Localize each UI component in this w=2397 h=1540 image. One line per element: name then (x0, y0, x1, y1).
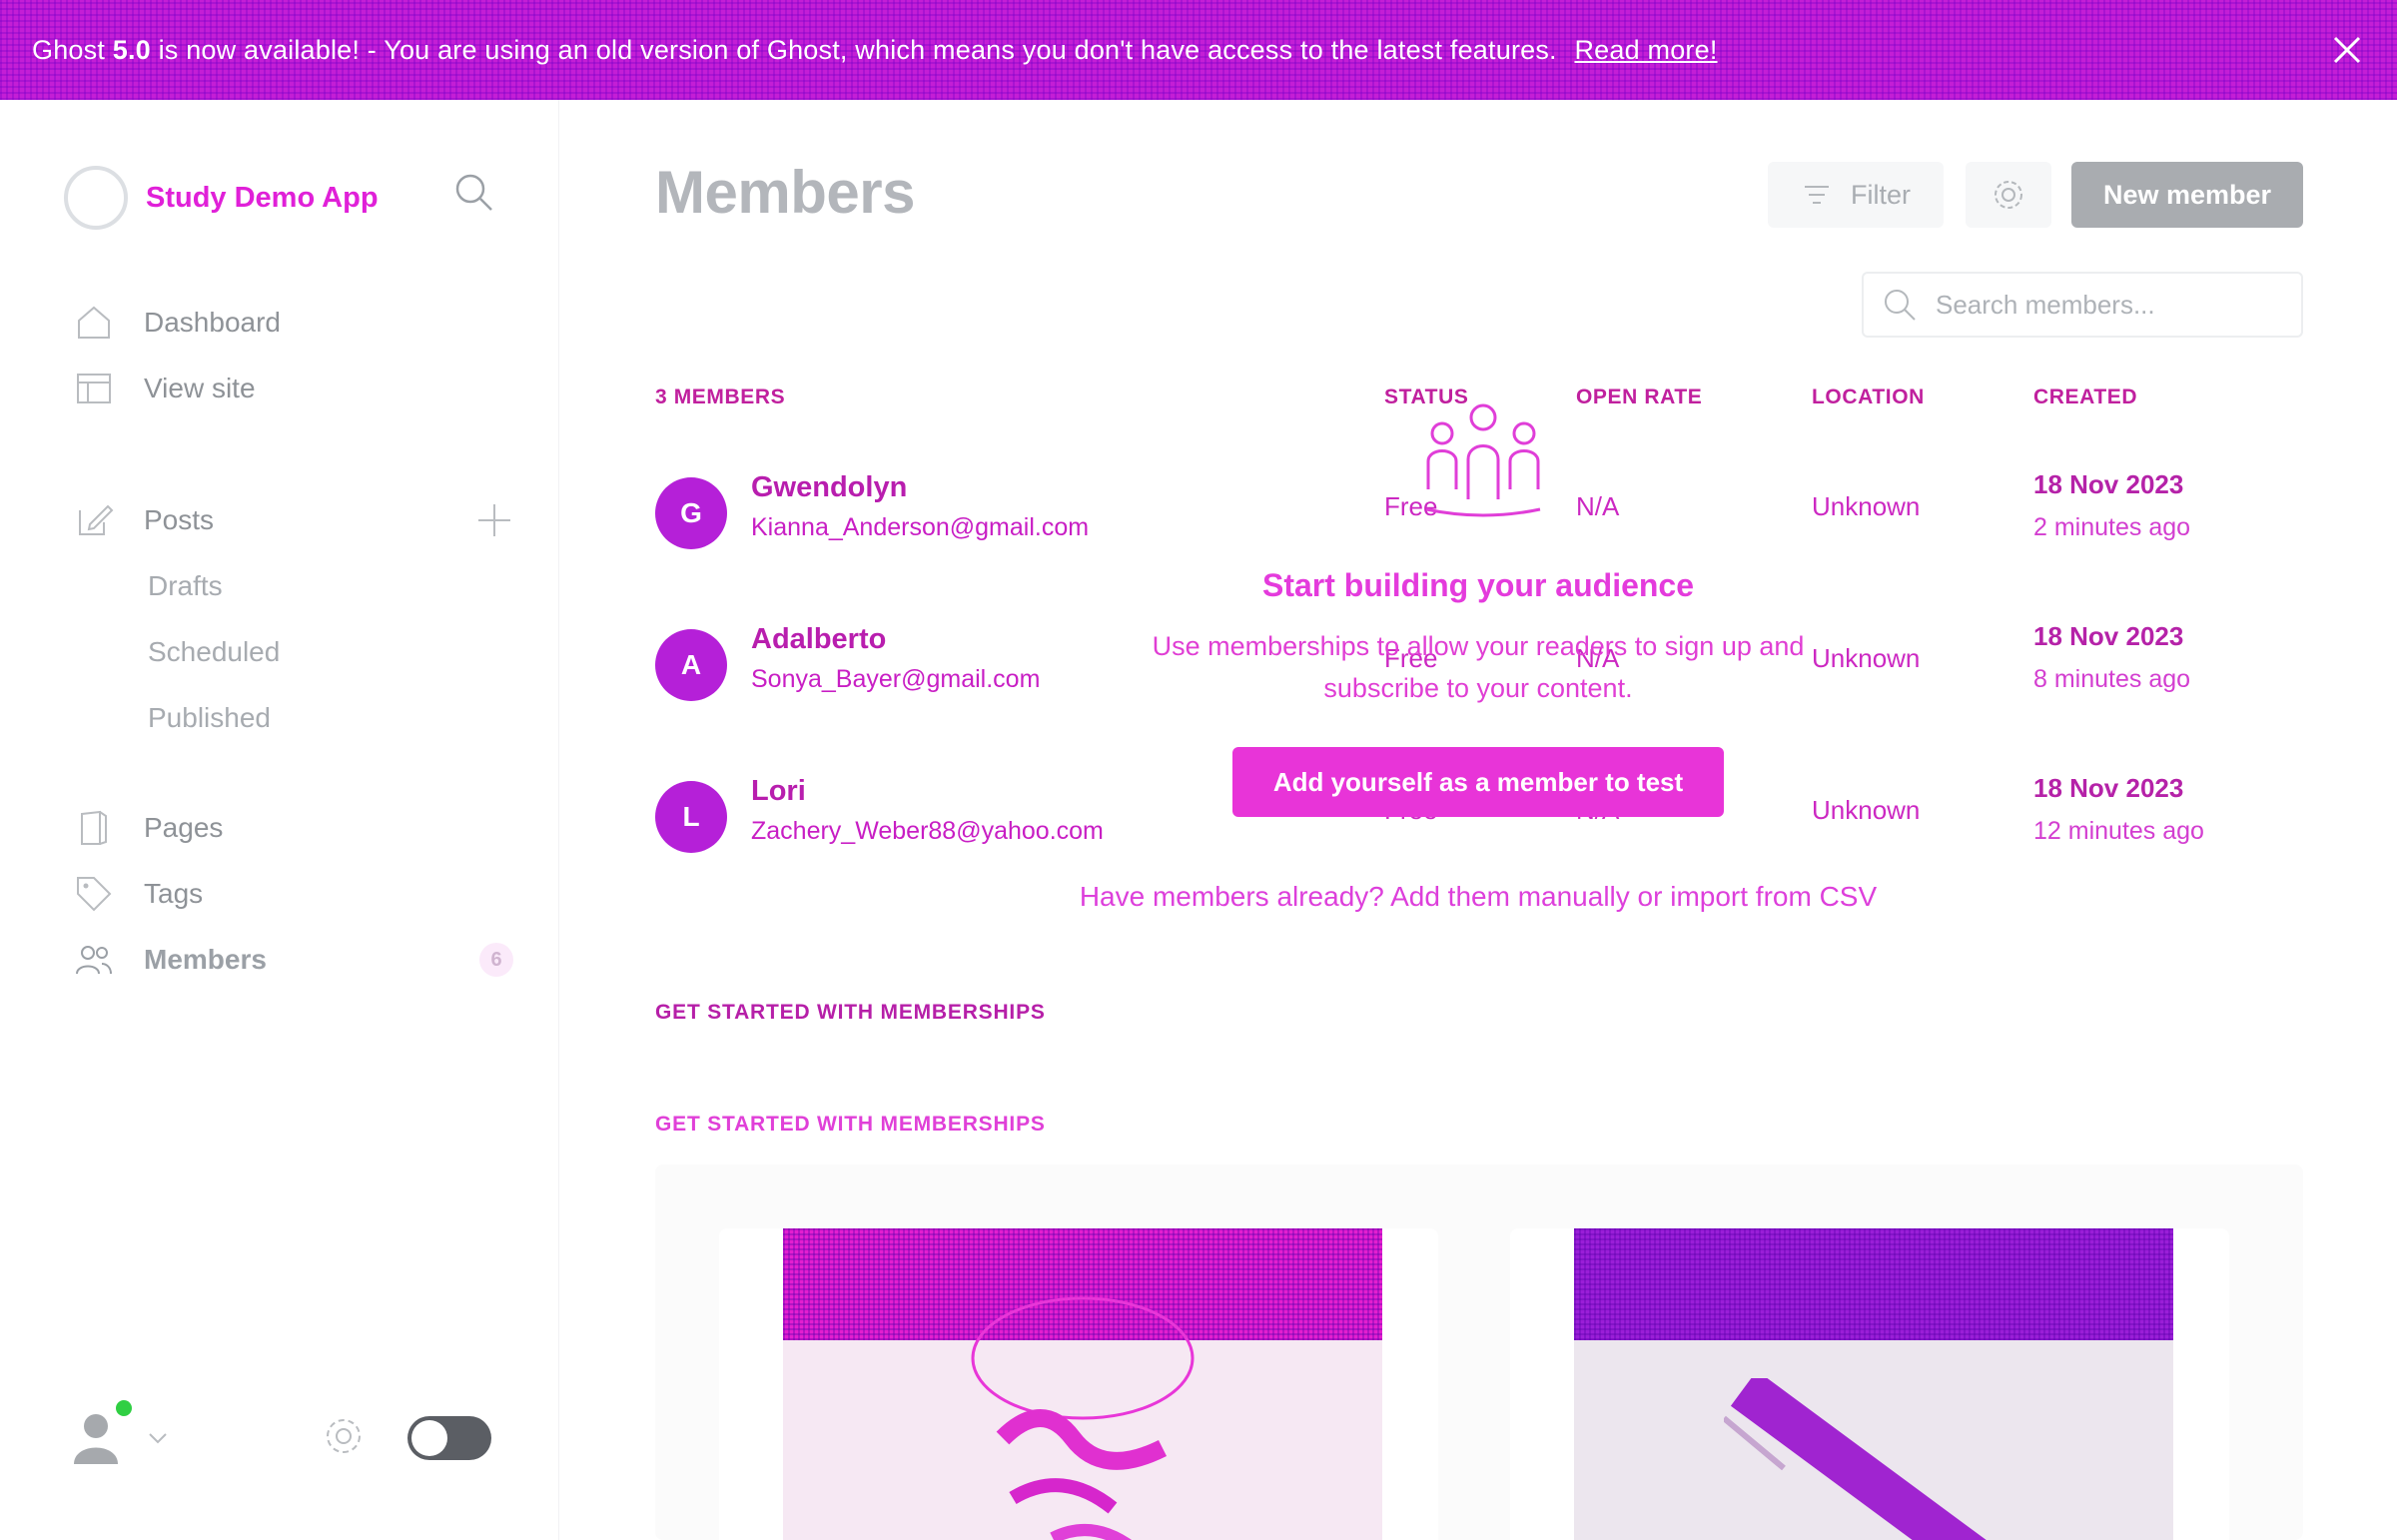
column-header-created[interactable]: CREATED (2033, 385, 2137, 409)
member-email: Zachery_Weber88@yahoo.com (751, 817, 1104, 845)
read-more-link[interactable]: Read more! (1574, 35, 1717, 65)
sidebar-item-published[interactable]: Published (74, 685, 513, 751)
sidebar-item-dashboard[interactable]: Dashboard (74, 290, 513, 356)
sidebar-item-label: Tags (144, 878, 204, 909)
member-created-ago: 2 minutes ago (2033, 513, 2191, 541)
banner-text: Ghost 5.0 is now available! - You are us… (32, 35, 1718, 66)
members-count-badge: 6 (479, 943, 513, 977)
coins-illustration-icon (971, 1296, 1195, 1540)
member-created-date: 18 Nov 2023 (2033, 621, 2184, 651)
card-image (1574, 1228, 2173, 1540)
member-avatar: G (655, 477, 727, 549)
members-icon (76, 946, 112, 975)
user-avatar-icon[interactable] (72, 1408, 126, 1464)
column-header-open-rate[interactable]: OPEN RATE (1576, 385, 1702, 409)
search-members-input[interactable]: Search members... (1862, 272, 2303, 338)
sidebar-item-label: Dashboard (144, 307, 281, 338)
sidebar: Study Demo App Dashboard View site Posts (0, 100, 559, 1540)
sidebar-item-members[interactable]: Members 6 (74, 927, 513, 993)
sidebar-item-label: View site (144, 373, 256, 403)
member-name: Lori (751, 775, 806, 807)
page-title: Members (655, 159, 915, 226)
member-email: Kianna_Anderson@gmail.com (751, 513, 1090, 541)
member-created-ago: 8 minutes ago (2033, 665, 2191, 693)
membership-card[interactable] (1510, 1228, 2229, 1540)
members-settings-button[interactable] (1966, 162, 2051, 228)
sidebar-footer (72, 1398, 501, 1478)
pen-illustration-icon (1724, 1378, 1987, 1540)
empty-state-title: Start building your audience (1261, 567, 1695, 603)
member-location: Unknown (1812, 795, 1921, 825)
filter-icon (1805, 186, 1829, 204)
memberships-cards (655, 1164, 2303, 1540)
brand[interactable]: Study Demo App (64, 166, 379, 230)
card-image (783, 1228, 1382, 1540)
settings-gear-icon[interactable] (322, 1414, 366, 1458)
member-created-date: 18 Nov 2023 (2033, 773, 2184, 803)
sidebar-item-label: Drafts (148, 570, 223, 601)
edit-icon (79, 504, 114, 535)
new-post-plus-icon[interactable] (475, 501, 513, 539)
gear-icon (1995, 181, 2022, 209)
sidebar-item-label: Published (148, 702, 271, 733)
online-status-dot (116, 1400, 132, 1416)
member-open-rate: N/A (1576, 491, 1620, 521)
search-icon[interactable] (451, 170, 495, 214)
members-count-label: 3 MEMBERS (655, 385, 786, 408)
member-location: Unknown (1812, 491, 1921, 521)
member-created-date: 18 Nov 2023 (2033, 469, 2184, 499)
search-icon (1885, 290, 1916, 321)
empty-state-description: Use memberships to allow your readers to… (1152, 631, 1805, 703)
update-banner: Ghost 5.0 is now available! - You are us… (0, 0, 2397, 100)
banner-prefix: Ghost (32, 34, 106, 65)
add-yourself-button[interactable]: Add yourself as a member to test (1232, 747, 1724, 817)
pages-icon (81, 810, 107, 845)
member-email: Sonya_Bayer@gmail.com (751, 665, 1041, 693)
sidebar-nav: Dashboard View site Posts Drafts Schedul… (74, 290, 513, 993)
import-members-link[interactable]: Have members already? Add them manually … (979, 881, 1978, 913)
chevron-down-icon[interactable] (146, 1426, 170, 1450)
search-placeholder: Search members... (1936, 289, 2155, 320)
filter-button[interactable]: Filter (1768, 162, 1944, 228)
section-heading: GET STARTED WITH MEMBERSHIPS (655, 1113, 1046, 1136)
sidebar-item-view-site[interactable]: View site (74, 356, 513, 421)
banner-version: 5.0 (112, 34, 151, 65)
tag-icon (77, 877, 112, 912)
sidebar-item-label: Posts (144, 504, 215, 535)
audience-icon (1425, 403, 1541, 517)
home-icon (78, 306, 110, 339)
member-name: Adalberto (751, 623, 887, 655)
member-name: Gwendolyn (751, 471, 908, 503)
brand-logo (64, 166, 128, 230)
membership-card[interactable] (719, 1228, 1438, 1540)
sidebar-item-label: Pages (144, 812, 224, 843)
banner-suffix: is now available! - You are using an old… (158, 34, 1557, 65)
new-member-button[interactable]: New member (2071, 162, 2303, 228)
sidebar-item-tags[interactable]: Tags (74, 861, 513, 927)
sidebar-item-drafts[interactable]: Drafts (74, 553, 513, 619)
sidebar-item-label: Scheduled (148, 636, 281, 667)
main-content: Members Filter New member Search members… (559, 100, 2397, 1540)
sidebar-item-label: Members (144, 944, 267, 975)
section-heading: GET STARTED WITH MEMBERSHIPS (655, 1001, 1046, 1024)
sidebar-item-pages[interactable]: Pages (74, 795, 513, 861)
member-avatar: L (655, 781, 727, 853)
view-site-icon (77, 374, 111, 403)
close-icon[interactable] (2327, 30, 2367, 70)
column-header-location[interactable]: LOCATION (1812, 385, 1925, 409)
sidebar-item-scheduled[interactable]: Scheduled (74, 619, 513, 685)
dark-mode-toggle[interactable] (407, 1416, 491, 1460)
brand-name: Study Demo App (146, 181, 379, 214)
member-avatar: A (655, 629, 727, 701)
sidebar-item-posts[interactable]: Posts (74, 487, 513, 553)
member-created-ago: 12 minutes ago (2033, 817, 2204, 845)
filter-label: Filter (1851, 179, 1911, 210)
